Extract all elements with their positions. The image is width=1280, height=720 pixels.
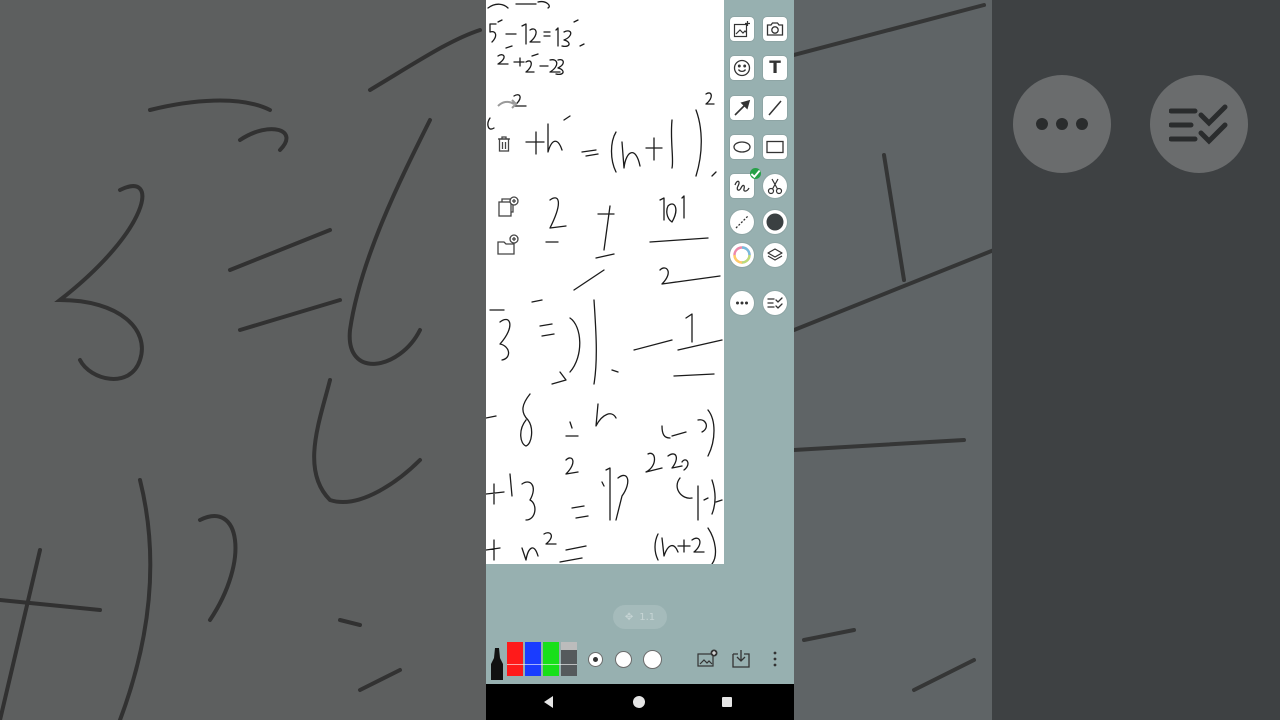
blurred-handwriting: [0, 28, 482, 720]
arrow-tool-button[interactable]: [730, 96, 754, 120]
line-icon: [768, 100, 782, 116]
rectangle-tool-button[interactable]: [763, 135, 787, 159]
tools-panel: T: [725, 0, 794, 330]
move-icon: ✥: [624, 611, 634, 623]
layers-icon: [767, 248, 783, 261]
pen-tool-button[interactable]: [730, 168, 761, 198]
palette-icon: [733, 246, 751, 264]
zoom-level: 1.1: [639, 611, 656, 623]
eraser-icon: [735, 215, 749, 229]
marker-divider: [507, 664, 577, 665]
camera-button[interactable]: [763, 17, 787, 41]
layers-button[interactable]: [763, 243, 787, 267]
rectangle-icon: [766, 140, 784, 154]
black-marker-icon: [491, 648, 503, 680]
folder-add-icon: [497, 234, 519, 255]
page-add-icon: [498, 196, 519, 217]
line-tool-button[interactable]: [763, 96, 787, 120]
image-add-icon: [733, 21, 750, 38]
add-folder-button[interactable]: [497, 234, 519, 256]
blurred-checklist-icon: [1150, 75, 1248, 173]
ellipse-icon: [733, 141, 751, 153]
smiley-icon: [733, 59, 751, 77]
zoom-indicator[interactable]: ✥ 1.1: [613, 605, 667, 629]
eraser-tool-button[interactable]: [730, 210, 754, 234]
back-button[interactable]: [541, 694, 557, 710]
color-dot-icon: [766, 213, 784, 231]
download-icon: [732, 650, 750, 668]
text-icon: T: [769, 58, 781, 78]
blurred-strokes: [794, 3, 996, 692]
save-button[interactable]: [730, 648, 752, 670]
size-large-button[interactable]: [643, 650, 662, 669]
blue-marker[interactable]: [525, 642, 541, 676]
size-small-button[interactable]: [588, 652, 603, 667]
scissors-icon: [767, 178, 783, 195]
add-page-button[interactable]: [497, 196, 519, 218]
green-marker[interactable]: [543, 642, 559, 676]
blurred-more-icon: [1013, 75, 1111, 173]
delete-button[interactable]: [497, 136, 511, 152]
checklist-icon: [767, 297, 783, 309]
text-tool-button[interactable]: T: [763, 56, 787, 80]
home-circle-icon: [633, 696, 645, 708]
ellipse-tool-button[interactable]: [730, 135, 754, 159]
insert-image-bottom-button[interactable]: [696, 648, 718, 670]
cut-tool-button[interactable]: [763, 174, 787, 198]
back-triangle-icon: [544, 696, 553, 708]
recents-button[interactable]: [719, 694, 735, 710]
selected-size-dot: [592, 656, 598, 662]
checklist-button[interactable]: [763, 291, 787, 315]
bottom-toolbar: [486, 640, 794, 684]
recents-square-icon: [722, 697, 732, 707]
kebab-menu-icon: [773, 651, 777, 667]
overflow-menu-button[interactable]: [764, 648, 786, 670]
app-screen: T ✥ 1.1: [486, 0, 794, 720]
black-marker[interactable]: [489, 646, 505, 680]
freehand-icon: [734, 180, 750, 192]
handwritten-math: [486, 0, 723, 564]
color-picker-button[interactable]: [763, 210, 787, 234]
blurred-backdrop-left: [0, 0, 486, 720]
trash-icon: [498, 136, 510, 152]
system-navigation-bar: [486, 684, 794, 720]
blurred-panel: [794, 0, 996, 720]
drawing-canvas[interactable]: [486, 0, 724, 564]
home-button[interactable]: [631, 694, 647, 710]
more-icon: [736, 301, 748, 305]
selected-check-icon: [750, 168, 761, 179]
sticker-button[interactable]: [730, 56, 754, 80]
gray-marker[interactable]: [561, 642, 577, 676]
blurred-backdrop-right: [794, 0, 1280, 720]
arrow-icon: [734, 99, 751, 116]
image-add-icon: [697, 649, 718, 667]
size-medium-button[interactable]: [615, 651, 632, 668]
palette-button[interactable]: [730, 243, 754, 267]
red-marker[interactable]: [507, 642, 523, 676]
camera-icon: [766, 22, 784, 36]
more-button[interactable]: [730, 291, 754, 315]
insert-image-button[interactable]: [730, 17, 754, 41]
